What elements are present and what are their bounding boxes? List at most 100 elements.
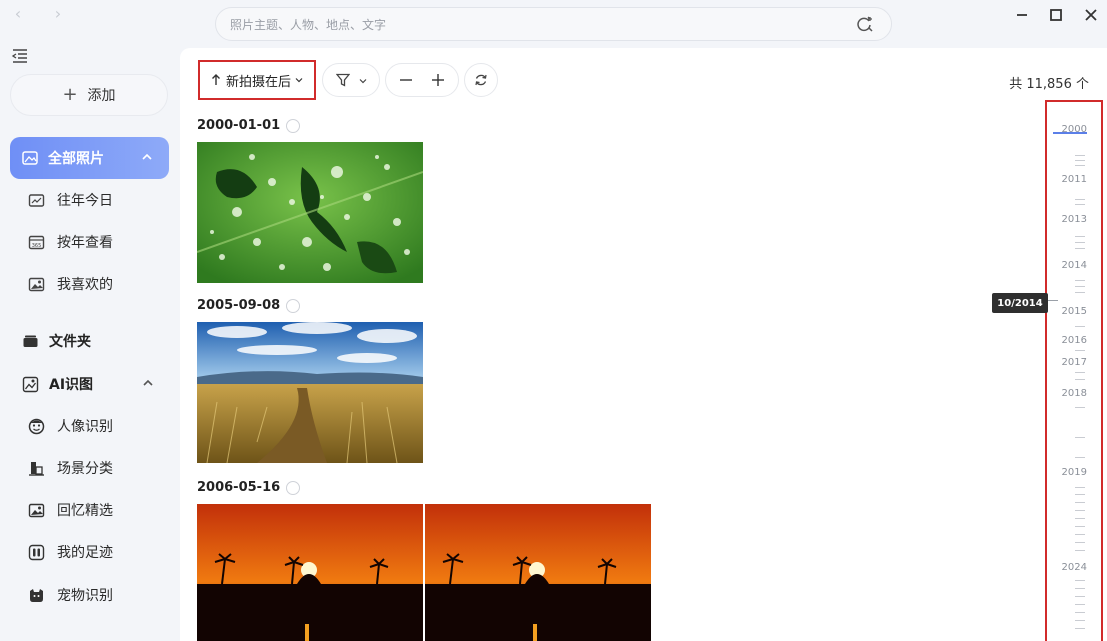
sidebar-item-pets[interactable]: 宠物识别	[20, 579, 170, 611]
timeline-tick	[1075, 494, 1085, 495]
timeline-tick	[1075, 518, 1085, 519]
timeline-tick	[1075, 526, 1085, 527]
chevron-up-icon[interactable]	[141, 151, 153, 163]
sort-order-button[interactable]: 新拍摄在后	[198, 60, 316, 100]
select-group-checkbox[interactable]	[286, 118, 301, 133]
date-group-header: 2006-05-16	[197, 480, 301, 495]
select-group-checkbox[interactable]	[286, 480, 301, 495]
date-group-header: 2000-01-01	[197, 118, 301, 133]
sidebar-item-label: 回忆精选	[57, 503, 113, 519]
timeline-tick	[1075, 407, 1085, 408]
plus-icon: +	[62, 84, 78, 105]
timeline-tick	[1075, 580, 1085, 581]
timeline-tick	[1075, 236, 1085, 237]
sidebar-item-highlights[interactable]: 回忆精选	[20, 494, 170, 526]
add-button-label: 添加	[87, 88, 116, 104]
sidebar-item-favorites[interactable]: 我喜欢的	[20, 268, 170, 300]
timeline-tick	[1075, 596, 1085, 597]
photo-thumbnail[interactable]	[197, 142, 423, 283]
timeline-tick	[1075, 248, 1085, 249]
timeline-tick	[1075, 160, 1085, 161]
timeline-year[interactable]: 2011	[1062, 174, 1087, 185]
timeline-tick	[1075, 487, 1085, 488]
timeline-tick	[1075, 628, 1085, 629]
search-bar[interactable]	[215, 7, 892, 41]
scene-icon	[29, 461, 44, 476]
timeline-tick	[1075, 379, 1085, 380]
svg-text:365: 365	[32, 243, 42, 249]
date-label: 2006-05-16	[197, 480, 281, 495]
close-icon[interactable]	[1082, 6, 1100, 24]
forward-arrow-icon[interactable]: ›	[50, 6, 66, 22]
timeline-year[interactable]: 2013	[1062, 214, 1087, 225]
timeline-tick	[1075, 620, 1085, 621]
sidebar-item-faces[interactable]: 人像识别	[20, 410, 170, 442]
collapse-sidebar-icon[interactable]	[11, 47, 29, 65]
calendar-icon: 365	[28, 235, 45, 249]
date-label: 2000-01-01	[197, 118, 281, 133]
sidebar-item-label: 往年今日	[57, 193, 113, 209]
timeline-tooltip: 10/2014	[992, 293, 1048, 313]
sidebar-item-label: AI识图	[49, 377, 94, 393]
timeline-tick	[1075, 534, 1085, 535]
timeline-tick	[1075, 204, 1085, 205]
maximize-icon[interactable]	[1047, 6, 1065, 24]
sidebar-item-memories[interactable]: 往年今日	[20, 184, 170, 216]
timeline-year[interactable]: 2019	[1062, 467, 1087, 478]
timeline-tick	[1075, 437, 1085, 438]
timeline-tick	[1075, 155, 1085, 156]
zoom-in-icon[interactable]	[431, 73, 445, 87]
timeline-tick	[1075, 165, 1085, 166]
photo-icon	[22, 151, 38, 165]
sidebar-item-label: 宠物识别	[57, 588, 113, 604]
zoom-out-icon[interactable]	[399, 73, 413, 87]
add-button[interactable]: + 添加	[10, 74, 168, 116]
sidebar-item-scenes[interactable]: 场景分类	[20, 452, 170, 484]
timeline-year[interactable]: 2017	[1062, 357, 1087, 368]
arrow-up-icon	[211, 74, 220, 85]
timeline-year[interactable]: 2000	[1062, 124, 1087, 135]
minimize-icon[interactable]	[1013, 6, 1031, 24]
date-label: 2005-09-08	[197, 298, 281, 313]
photo-thumbnail[interactable]	[425, 504, 651, 641]
sidebar-item-ai-recognition[interactable]: AI识图	[20, 368, 170, 400]
sidebar-item-label: 按年查看	[57, 235, 113, 251]
sidebar-item-label: 我喜欢的	[57, 277, 113, 293]
favorites-icon	[28, 277, 45, 291]
face-icon	[28, 418, 45, 434]
timeline-scrubber[interactable]: 2000 2011 2013 2014 2015 2016 2017 2018 …	[1045, 100, 1103, 641]
sidebar-item-label: 人像识别	[57, 419, 113, 435]
timeline-tick	[1075, 588, 1085, 589]
sidebar-item-label: 场景分类	[57, 461, 113, 477]
filter-icon	[336, 73, 350, 87]
timeline-year[interactable]: 2015	[1062, 306, 1087, 317]
timeline-tick	[1075, 199, 1085, 200]
timeline-year[interactable]: 2016	[1062, 335, 1087, 346]
image-search-icon[interactable]	[856, 16, 873, 33]
select-group-checkbox[interactable]	[286, 298, 301, 313]
photo-thumbnail[interactable]	[197, 504, 423, 641]
back-arrow-icon[interactable]: ‹	[10, 6, 26, 22]
gallery-icon	[28, 503, 45, 517]
timeline-tick	[1075, 502, 1085, 503]
refresh-button[interactable]	[464, 63, 498, 97]
sidebar-item-footprints[interactable]: 我的足迹	[20, 536, 170, 568]
timeline-year[interactable]: 2018	[1062, 388, 1087, 399]
sidebar-item-label: 文件夹	[49, 334, 91, 350]
chevron-up-icon[interactable]	[142, 377, 154, 389]
timeline-tick	[1075, 286, 1085, 287]
sidebar-item-folders[interactable]: 文件夹	[20, 325, 170, 357]
sidebar-item-all-photos[interactable]: 全部照片	[10, 137, 169, 179]
photo-thumbnail[interactable]	[197, 322, 423, 463]
timeline-tick	[1075, 350, 1085, 351]
sort-order-label: 新拍摄在后	[225, 74, 291, 90]
filter-button[interactable]	[322, 63, 380, 97]
timeline-year[interactable]: 2014	[1062, 260, 1087, 271]
search-input[interactable]	[230, 16, 830, 34]
timeline-tick	[1075, 326, 1085, 327]
sidebar-item-by-year[interactable]: 365 按年查看	[20, 226, 170, 258]
timeline-year[interactable]: 2024	[1062, 562, 1087, 573]
chevron-down-icon	[295, 78, 303, 83]
zoom-controls	[385, 63, 459, 97]
sidebar-item-label: 我的足迹	[57, 545, 113, 561]
